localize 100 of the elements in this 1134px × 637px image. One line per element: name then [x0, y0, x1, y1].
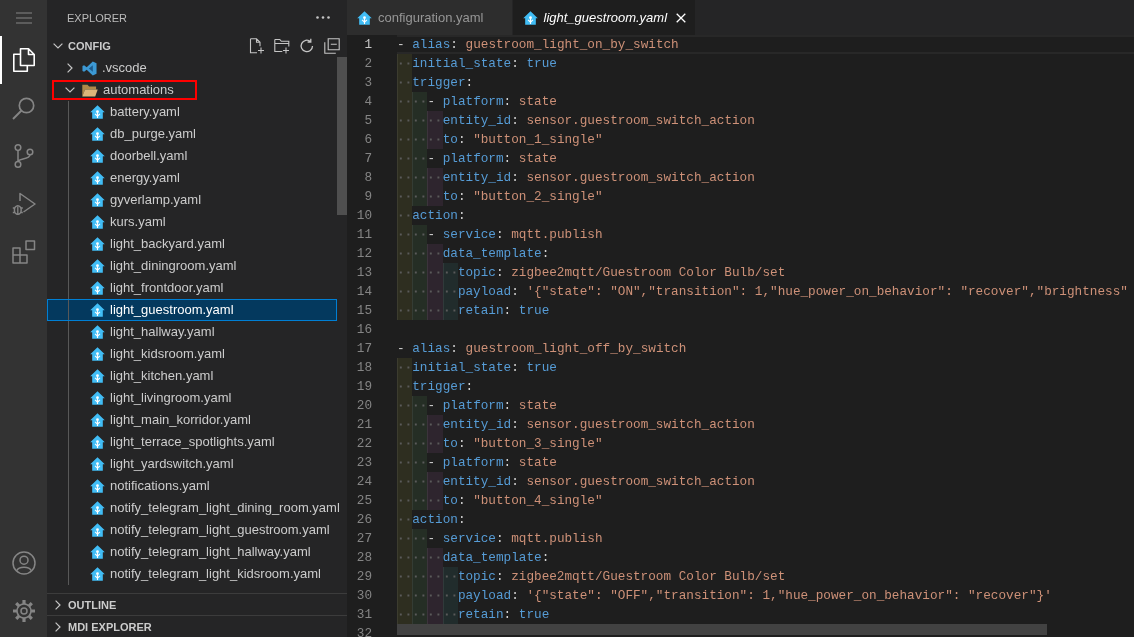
code-line: - alias: guestroom_light_on_by_switch	[397, 36, 679, 54]
more-actions-button[interactable]	[313, 13, 333, 22]
collapse-all-button[interactable]	[321, 35, 343, 57]
settings-icon	[11, 599, 36, 623]
code-line: trigger:	[412, 378, 474, 396]
house-icon	[90, 479, 105, 493]
editor-tab[interactable]: light_guestroom.yaml	[512, 0, 697, 35]
menu-icon	[15, 12, 32, 24]
line-number: 15	[356, 302, 372, 320]
indent-guides	[397, 358, 413, 377]
code-line: retain: true	[457, 302, 550, 320]
house-icon	[90, 347, 105, 361]
line-number: 23	[356, 454, 372, 472]
house-icon	[90, 281, 105, 295]
files-icon	[12, 48, 35, 72]
line-number: 7	[364, 150, 372, 168]
line-number: 12	[356, 245, 372, 263]
code-line: - service: mqtt.publish	[427, 530, 603, 548]
code-line: initial_state: true	[412, 359, 557, 377]
line-number: 11	[356, 226, 372, 244]
house-icon	[90, 501, 105, 515]
line-number: 8	[364, 169, 372, 187]
line-number: 22	[356, 435, 372, 453]
refresh-icon	[299, 38, 315, 54]
line-number: 1	[364, 36, 372, 54]
indent-guides	[397, 586, 458, 605]
folder-item[interactable]: .vscode	[47, 57, 337, 79]
house-icon	[90, 303, 105, 317]
code-line: to: "button_2_single"	[442, 188, 603, 206]
code-line: to: "button_4_single"	[442, 492, 603, 510]
line-number: 30	[356, 587, 372, 605]
house-icon	[357, 10, 372, 25]
code-line: - platform: state	[427, 93, 557, 111]
code-line: - service: mqtt.publish	[427, 226, 603, 244]
code-line: data_template:	[442, 245, 550, 263]
line-number: 17	[356, 340, 372, 358]
house-icon	[90, 105, 105, 119]
code-line: - alias: guestroom_light_off_by_switch	[397, 340, 687, 358]
code-line: entity_id: sensor.guestroom_switch_action	[442, 169, 755, 187]
house-icon	[90, 369, 105, 383]
code-line: - platform: state	[427, 397, 557, 415]
play-bug-icon	[11, 192, 36, 216]
line-number: 14	[356, 283, 372, 301]
house-icon	[90, 457, 105, 471]
house-icon	[90, 325, 105, 339]
line-number: 3	[364, 74, 372, 92]
folder-item[interactable]: automations	[47, 79, 337, 101]
code-line: entity_id: sensor.guestroom_switch_action	[442, 112, 755, 130]
code-line: entity_id: sensor.guestroom_switch_action	[442, 416, 755, 434]
code-line: payload: '{"state": "OFF","transition": 1,"hue_power_on_behavior": "recover"}'	[457, 587, 1052, 605]
line-number: 26	[356, 511, 372, 529]
section-header[interactable]: OUTLINE	[47, 593, 121, 616]
close-icon	[676, 12, 687, 23]
section-header[interactable]: CONFIG	[47, 35, 115, 57]
code-line: initial_state: true	[412, 55, 557, 73]
indent-guides	[397, 54, 413, 73]
section-header[interactable]: MDI EXPLORER	[47, 615, 156, 637]
line-number: 5	[364, 112, 372, 130]
code-line: data_template:	[442, 549, 550, 567]
line-number: 19	[356, 378, 372, 396]
new-file-icon	[249, 38, 265, 54]
line-number: 18	[356, 359, 372, 377]
code-line: topic: zigbee2mqtt/Guestroom Color Bulb/set	[457, 264, 786, 282]
house-icon	[90, 435, 105, 449]
line-number: 28	[356, 549, 372, 567]
line-number: 31	[356, 606, 372, 624]
house-icon	[522, 10, 538, 25]
line-number: 21	[356, 416, 372, 434]
code-line: payload: '{"state": "ON","transition": 1,"hue_power_on_behavior": "recover","brightness"	[457, 283, 1128, 301]
indent-guides	[397, 263, 458, 282]
house-icon	[90, 523, 105, 537]
line-number: 25	[356, 492, 372, 510]
house-icon	[90, 391, 105, 405]
line-number: 20	[356, 397, 372, 415]
line-number: 16	[356, 321, 372, 339]
line-number: 29	[356, 568, 372, 586]
account-icon	[11, 551, 36, 575]
line-number: 6	[364, 131, 372, 149]
collapse-all-icon	[324, 38, 340, 54]
line-number: 13	[356, 264, 372, 282]
house-icon	[90, 149, 105, 163]
code-line: action:	[412, 207, 466, 225]
house-icon	[90, 215, 105, 229]
line-number: 9	[364, 188, 372, 206]
code-line: entity_id: sensor.guestroom_switch_action	[442, 473, 755, 491]
line-number: 24	[356, 473, 372, 491]
code-line: to: "button_3_single"	[442, 435, 603, 453]
search-icon	[11, 96, 36, 120]
house-icon	[90, 259, 105, 273]
line-number: 27	[356, 530, 372, 548]
house-icon	[90, 127, 105, 141]
house-icon	[90, 193, 105, 207]
editor-tab[interactable]: configuration.yaml	[347, 0, 513, 35]
code-line: action:	[412, 511, 466, 529]
file-item[interactable]: light_guestroom.yaml	[47, 299, 337, 321]
indent-guides	[397, 282, 458, 301]
code-line: - platform: state	[427, 454, 557, 472]
code-line: retain: true	[457, 606, 550, 624]
code-line: to: "button_1_single"	[442, 131, 603, 149]
indent-guides	[397, 605, 458, 624]
